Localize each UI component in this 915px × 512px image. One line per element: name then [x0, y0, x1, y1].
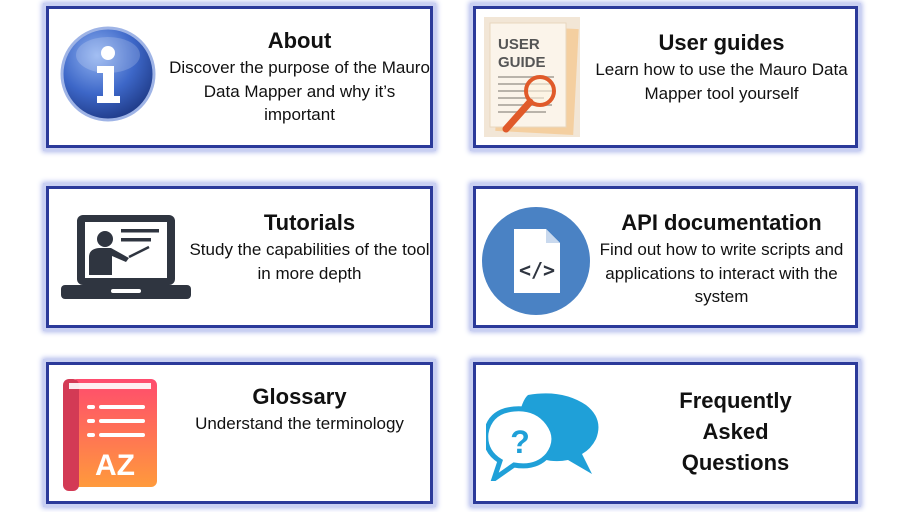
user-guide-icon: USER GUIDE	[484, 17, 580, 137]
tutorials-card[interactable]: Tutorials Study the capabilities of the …	[46, 186, 433, 328]
api-documentation-title: API documentation	[621, 210, 822, 235]
glossary-card[interactable]: AZ Glossary Understand the terminology	[46, 362, 433, 504]
glossary-book-icon: AZ	[63, 377, 159, 491]
tutorials-title: Tutorials	[263, 210, 356, 235]
laptop-presentation-icon	[57, 211, 191, 305]
svg-text:GUIDE: GUIDE	[498, 54, 546, 71]
glossary-title: Glossary	[252, 384, 347, 409]
code-file-icon: </>	[482, 207, 590, 315]
api-documentation-card[interactable]: </> API documentation Find out how to wr…	[473, 186, 858, 328]
api-documentation-description: Find out how to write scripts and applic…	[599, 240, 844, 306]
info-icon	[59, 25, 157, 123]
user-guides-title: User guides	[658, 30, 785, 55]
user-guides-description: Learn how to use the Mauro Data Mapper t…	[595, 60, 848, 103]
tutorials-description: Study the capabilities of the tool in mo…	[189, 240, 430, 283]
svg-text:?: ?	[510, 424, 530, 460]
user-guides-card[interactable]: USER GUIDE User guides Learn how to use …	[473, 6, 858, 148]
about-description: Discover the purpose of the Mauro Data M…	[169, 58, 430, 124]
about-card[interactable]: About Discover the purpose of the Mauro …	[46, 6, 433, 148]
faq-title: Frequently Asked Questions	[679, 388, 792, 475]
glossary-description: Understand the terminology	[195, 414, 404, 433]
user-guide-icon-text: USER	[498, 36, 540, 53]
faq-speech-bubbles-icon: ?	[483, 389, 602, 486]
svg-text:</>: </>	[519, 258, 555, 282]
faq-card[interactable]: ? Frequently Asked Questions	[473, 362, 858, 504]
glossary-icon-text: AZ	[95, 449, 135, 482]
about-title: About	[267, 28, 332, 53]
